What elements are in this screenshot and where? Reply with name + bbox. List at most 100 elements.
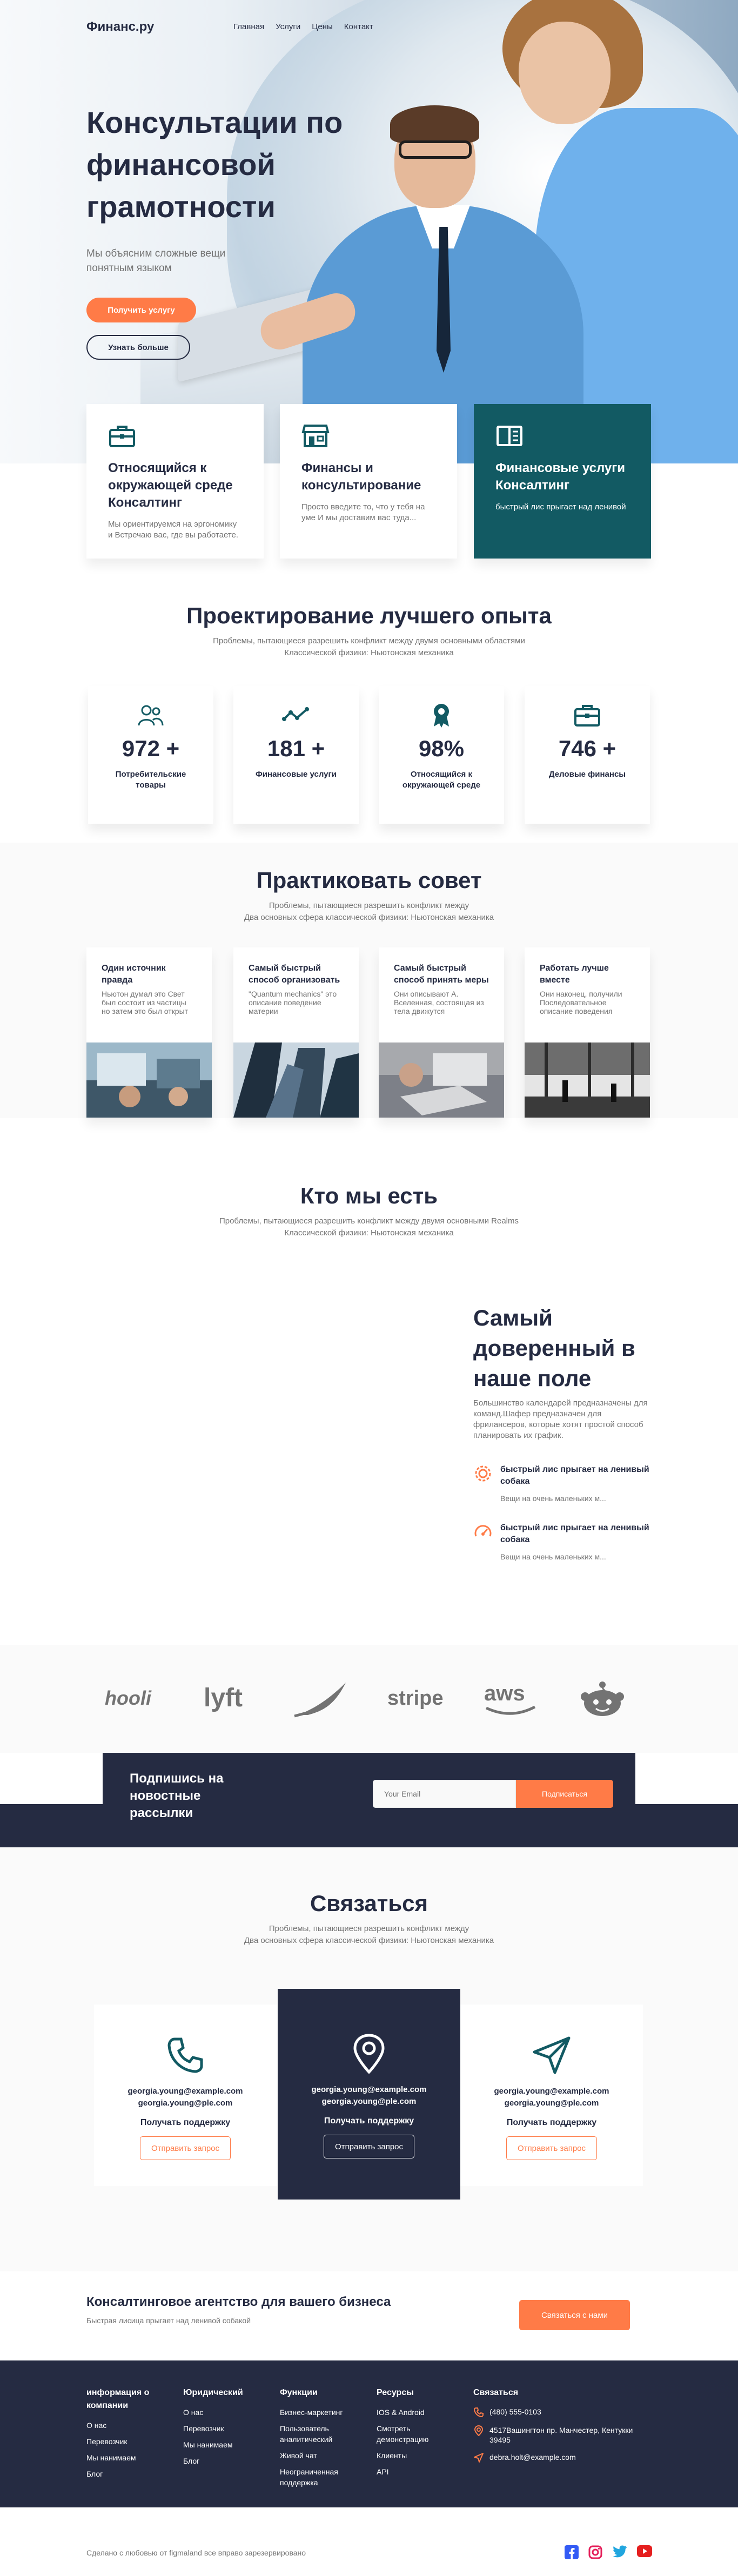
instagram-icon[interactable] xyxy=(588,2545,602,2559)
contact-subtitle: Проблемы, пытающиеся разрешить конфликт … xyxy=(0,1923,738,1947)
practice-card-image xyxy=(233,1042,359,1118)
stat-label: Потребительские товары xyxy=(115,770,186,790)
location-icon xyxy=(474,2425,484,2436)
practice-card[interactable]: Самый быстрый способ организовать "Quant… xyxy=(233,947,359,1118)
footer-link[interactable]: Смотреть демонстрацию xyxy=(377,2423,458,2445)
subtitle-line: Проблемы, пытающиеся разрешить конфликт … xyxy=(213,636,525,645)
feature-card-active[interactable]: Финансовые услуги Консалтинг быстрый лис… xyxy=(474,404,651,559)
hero-title: Консультации по финансовой грамотности xyxy=(86,105,343,224)
subscribe-button[interactable]: Подписаться xyxy=(516,1780,613,1808)
contact-email[interactable]: georgia.young@ple.com xyxy=(278,2096,460,2108)
footer-heading: Юридический xyxy=(183,2388,243,2397)
leaf-logo xyxy=(292,1677,351,1720)
subtitle-line: Классической физики: Ньютонская механика xyxy=(284,1228,454,1237)
trusted-title: Самый доверенный в наше поле xyxy=(473,1305,635,1391)
footer-link[interactable]: Перевозчик xyxy=(86,2436,167,2447)
stat-label: Относящийся к окружающей среде xyxy=(402,770,481,790)
feature-card[interactable]: Относящийся к окружающей среде Консалтин… xyxy=(86,404,264,559)
stat-label: Деловые финансы xyxy=(548,770,626,779)
trusted-feature-desc: Вещи на очень маленьких м... xyxy=(500,1552,606,1561)
practice-subtitle: Проблемы, пытающиеся разрешить конфликт … xyxy=(0,900,738,924)
contact-us-button[interactable]: Связаться с нами xyxy=(519,2300,630,2330)
footer-link[interactable]: Живой чат xyxy=(280,2450,366,2461)
who-subtitle: Проблемы, пытающиеся разрешить конфликт … xyxy=(0,1215,738,1239)
footer-heading: Функции xyxy=(280,2388,318,2397)
footer-link[interactable]: IOS & Android xyxy=(377,2407,458,2418)
copyright-text: Сделано с любовью от figmaland все вправ… xyxy=(86,2548,306,2557)
trend-icon xyxy=(282,707,309,721)
youtube-icon[interactable] xyxy=(637,2545,652,2557)
send-request-button[interactable]: Отправить запрос xyxy=(323,2135,415,2158)
practice-card-image xyxy=(86,1042,212,1118)
contact-email[interactable]: georgia.young@example.com xyxy=(460,2086,643,2097)
facebook-icon[interactable] xyxy=(565,2545,579,2559)
contact-title: Связаться xyxy=(310,1891,428,1916)
hero-photo-man-glasses xyxy=(399,140,472,159)
email-input[interactable]: Your Email xyxy=(373,1780,516,1808)
footer-phone[interactable]: (480) 555-0103 xyxy=(473,2407,635,2418)
contact-support-label: Получать поддержку xyxy=(324,2116,414,2126)
contact-email[interactable]: georgia.young@example.com xyxy=(94,2086,277,2097)
feature-card[interactable]: Финансы и консультирование Просто введит… xyxy=(280,404,457,559)
practice-card-desc: Ньютон думал это Свет был состоит из час… xyxy=(102,990,189,1015)
footer-link[interactable]: Блог xyxy=(183,2456,264,2466)
practice-card[interactable]: Работать лучше вместе Они наконец, получ… xyxy=(525,947,650,1118)
contact-email[interactable]: georgia.young@ple.com xyxy=(460,2097,643,2109)
trusted-feature: быстрый лис прыгает на ленивый собака Ве… xyxy=(473,1464,652,1504)
send-request-button[interactable]: Отправить запрос xyxy=(506,2136,598,2160)
practice-card[interactable]: Самый быстрый способ принять меры Они оп… xyxy=(379,947,504,1118)
phone-icon xyxy=(167,2037,203,2073)
practice-card-image xyxy=(379,1042,504,1118)
practice-card-image xyxy=(525,1042,650,1118)
footer-column: Функции Бизнес-маркетинг Пользователь ан… xyxy=(280,2386,366,2493)
send-icon xyxy=(533,2036,571,2074)
learn-more-button[interactable]: Узнать больше xyxy=(86,335,190,360)
footer-email-text: debra.holt@example.com xyxy=(489,2453,576,2461)
footer-link[interactable]: Перевозчик xyxy=(183,2423,264,2434)
book-icon xyxy=(497,426,522,446)
twitter-icon[interactable] xyxy=(612,2545,627,2558)
svg-text:hooli: hooli xyxy=(105,1687,152,1709)
footer-link[interactable]: Пользователь аналитический xyxy=(280,2423,366,2445)
subtitle-line: Классической физики: Ньютонская механика xyxy=(284,648,454,657)
footer-heading: Ресурсы xyxy=(377,2388,414,2397)
contact-card: georgia.young@example.com georgia.young@… xyxy=(94,2005,277,2186)
nav-link-contact[interactable]: Контакт xyxy=(344,22,373,31)
footer-email[interactable]: debra.holt@example.com xyxy=(473,2452,635,2463)
briefcase-icon xyxy=(109,426,135,447)
footer-link[interactable]: Бизнес-маркетинг xyxy=(280,2407,366,2418)
phone-icon xyxy=(473,2407,484,2418)
footer-link[interactable]: Мы нанимаем xyxy=(86,2452,167,2463)
trusted-desc: Большинство календарей предназначены для… xyxy=(473,1398,648,1440)
reddit-logo xyxy=(578,1677,627,1720)
nav-link-home[interactable]: Главная xyxy=(233,22,264,31)
contact-email[interactable]: georgia.young@example.com xyxy=(278,2084,460,2096)
send-request-button[interactable]: Отправить запрос xyxy=(139,2136,231,2160)
practice-card-title: Самый быстрый способ организовать xyxy=(249,964,340,985)
footer-address[interactable]: 4517Вашингтон пр. Манчестер, Кентукки 39… xyxy=(473,2425,635,2445)
footer-link[interactable]: API xyxy=(377,2466,458,2477)
aws-logo: aws xyxy=(481,1677,540,1720)
nav-link-services[interactable]: Услуги xyxy=(276,22,300,31)
get-service-button[interactable]: Получить услугу xyxy=(86,298,196,322)
trusted-feature-title: быстрый лис прыгает на ленивый собака xyxy=(500,1465,649,1486)
trusted-feature: быстрый лис прыгает на ленивый собака Ве… xyxy=(473,1522,652,1562)
practice-card-desc: Они описывают А. Вселенная, состоящая из… xyxy=(394,990,484,1015)
footer-link[interactable]: Блог xyxy=(86,2469,167,2479)
site-logo[interactable]: Финанс.ру xyxy=(86,19,154,35)
send-icon xyxy=(474,2453,484,2463)
cta-title: Консалтинговое агентство для вашего бизн… xyxy=(86,2295,391,2309)
footer-link[interactable]: Мы нанимаем xyxy=(183,2439,264,2450)
footer-link[interactable]: Неограниченная поддержка xyxy=(280,2466,366,2488)
gear-icon xyxy=(475,1465,491,1482)
contact-email[interactable]: georgia.young@ple.com xyxy=(94,2097,277,2109)
nav-link-pricing[interactable]: Цены xyxy=(312,22,333,31)
hero-photo-man-hair xyxy=(390,105,479,143)
stat-number: 972 + xyxy=(122,736,180,761)
practice-card[interactable]: Один источник правда Ньютон думал это Св… xyxy=(86,947,212,1118)
footer-link[interactable]: Клиенты xyxy=(377,2450,458,2461)
footer-link[interactable]: О нас xyxy=(86,2420,167,2431)
practice-card-desc: Они наконец, получили Последовательное о… xyxy=(540,990,622,1015)
footer-link[interactable]: О нас xyxy=(183,2407,264,2418)
trusted-feature-desc: Вещи на очень маленьких м... xyxy=(500,1494,606,1503)
